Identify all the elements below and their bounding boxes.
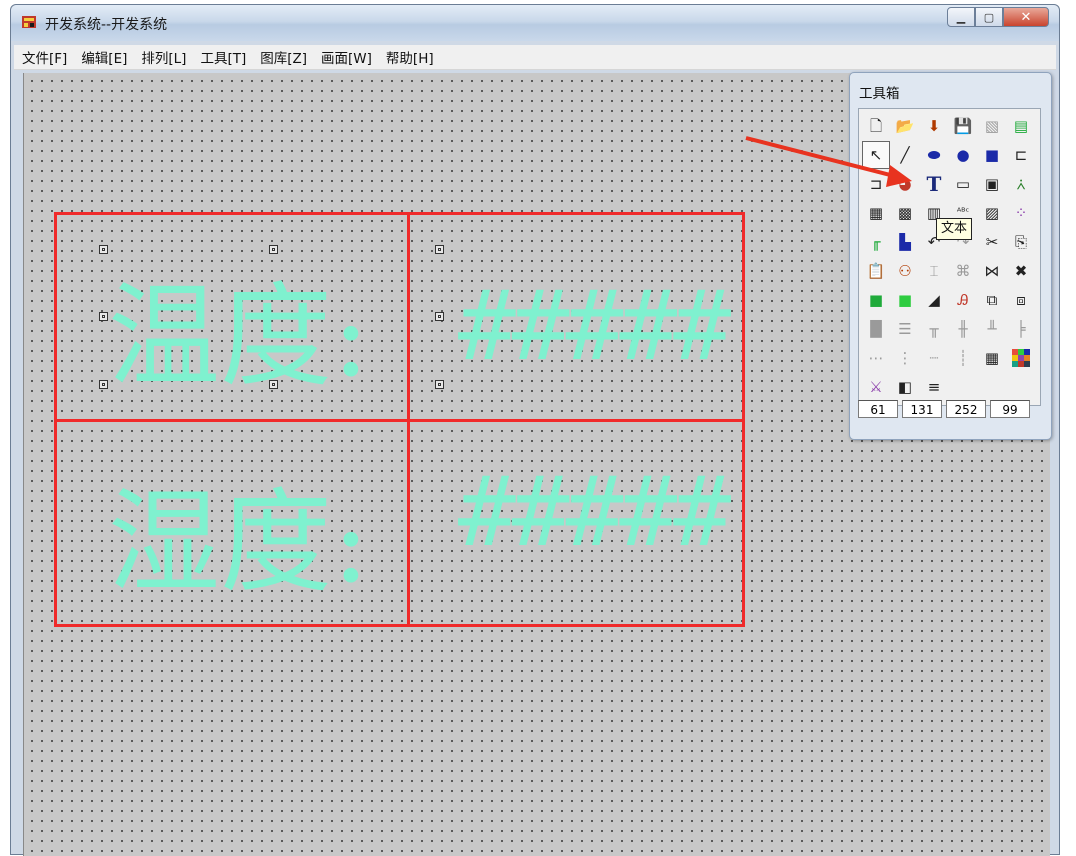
maximize-button[interactable]: ▢: [975, 7, 1003, 27]
tower-icon[interactable]: ⩑: [1007, 170, 1035, 198]
users-icon[interactable]: ⚇: [891, 257, 919, 285]
image-icon[interactable]: ▧: [978, 112, 1006, 140]
ungroup-icon[interactable]: ✖: [1007, 257, 1035, 285]
align-middle-icon[interactable]: ☰: [891, 315, 919, 343]
menu-help[interactable]: 帮助[H]: [386, 47, 434, 67]
rounded-rect-icon[interactable]: ▭: [949, 170, 977, 198]
line-width-icon[interactable]: ≡: [920, 373, 948, 401]
bitmap-icon[interactable]: ▦: [862, 199, 890, 227]
align-right-icon[interactable]: ╞: [1007, 315, 1035, 343]
menu-edit[interactable]: 编辑[E]: [81, 47, 127, 67]
temperature-value[interactable]: #####: [458, 270, 731, 382]
humidity-value[interactable]: #####: [458, 456, 731, 568]
minimize-button[interactable]: ▁: [947, 7, 975, 27]
data-icon[interactable]: ▨: [978, 199, 1006, 227]
text-tool-tooltip: 文本: [936, 218, 973, 240]
selection-handle[interactable]: [99, 245, 108, 254]
palette-icon[interactable]: [1007, 344, 1035, 372]
toolbox-title: 工具箱: [859, 86, 900, 102]
scatter-icon[interactable]: ⁘: [1007, 199, 1035, 227]
dotted-line-icon[interactable]: ┈: [920, 344, 948, 372]
align-bottom-icon[interactable]: ╨: [978, 315, 1006, 343]
menu-gallery[interactable]: 图库[Z]: [260, 47, 307, 67]
distribute-h-icon[interactable]: ⋯: [862, 344, 890, 372]
grid-icon[interactable]: ▦: [978, 344, 1006, 372]
selection-handle[interactable]: [435, 245, 444, 254]
align-icon[interactable]: ⋈: [978, 257, 1006, 285]
polyline-icon[interactable]: ⊏: [1007, 141, 1035, 169]
value-field[interactable]: 131: [902, 400, 942, 418]
selection-handle[interactable]: [269, 245, 278, 254]
button-icon[interactable]: ▣: [978, 170, 1006, 198]
menu-arrange[interactable]: 排列[L]: [141, 47, 186, 67]
window-controls: ▁ ▢ ✕: [947, 7, 1049, 27]
toolbox-values: 61 131 252 99: [858, 400, 1034, 418]
line-color-icon[interactable]: ■: [891, 286, 919, 314]
circle-icon[interactable]: ●: [949, 141, 977, 169]
value-field[interactable]: 61: [858, 400, 898, 418]
black-white-icon[interactable]: ◧: [891, 373, 919, 401]
flip-h-icon[interactable]: ⌘: [949, 257, 977, 285]
align-left-icon[interactable]: ▐▌: [862, 315, 890, 343]
red-pointer-arrow-icon: [745, 136, 912, 187]
menu-tools[interactable]: 工具[T]: [200, 47, 246, 67]
selection-handle[interactable]: [99, 312, 108, 321]
window-title: 开发系统--开发系统: [45, 17, 168, 33]
copy-icon[interactable]: ⎘: [1007, 228, 1035, 256]
menu-bar: 文件[F] 编辑[E] 排列[L] 工具[T] 图库[Z] 画面[W] 帮助[H…: [14, 45, 1056, 70]
report-icon[interactable]: ▤: [1007, 112, 1035, 140]
device-icon[interactable]: ▙: [891, 228, 919, 256]
app-icon: [22, 16, 36, 28]
align-center-icon[interactable]: ╫: [949, 315, 977, 343]
title-bar[interactable]: 开发系统--开发系统 ▁ ▢ ✕: [11, 5, 1059, 41]
value-field[interactable]: 99: [990, 400, 1030, 418]
close-button[interactable]: ✕: [1003, 7, 1049, 27]
toolbox-panel: 工具箱 🗋 📂 ⬇ 💾 ▧ ▤ ↖ ╱ ⬬ ● ■ ⊏ ⊐ ◕ T ▭ ▣ ⩑ …: [849, 72, 1052, 440]
selection-handle[interactable]: [435, 312, 444, 321]
cut-icon[interactable]: ✂: [978, 228, 1006, 256]
gradient-icon[interactable]: ◢: [920, 286, 948, 314]
save-icon[interactable]: 💾: [949, 112, 977, 140]
paste-icon[interactable]: 📋: [862, 257, 890, 285]
menu-file[interactable]: 文件[F]: [22, 47, 67, 67]
rectangle-icon[interactable]: ■: [978, 141, 1006, 169]
selection-handle[interactable]: [99, 380, 108, 389]
vertical-dots-icon[interactable]: ┊: [949, 344, 977, 372]
temperature-label[interactable]: 温度:: [108, 246, 370, 408]
value-field[interactable]: 252: [946, 400, 986, 418]
align-top-icon[interactable]: ╥: [920, 315, 948, 343]
selection-handle[interactable]: [435, 380, 444, 389]
distribute-v-icon[interactable]: ⋮: [891, 344, 919, 372]
front-icon[interactable]: ⧉: [978, 286, 1006, 314]
font-icon[interactable]: Ꭿ: [949, 286, 977, 314]
flip-v-icon[interactable]: ⌶: [920, 257, 948, 285]
back-icon[interactable]: ⧈: [1007, 286, 1035, 314]
humidity-label[interactable]: 湿度:: [108, 452, 370, 614]
colorful-x-icon[interactable]: ⚔: [862, 373, 890, 401]
menu-screen[interactable]: 画面[W]: [321, 47, 372, 67]
selection-handle[interactable]: [269, 380, 278, 389]
frame-icon[interactable]: ▩: [891, 199, 919, 227]
pipe-icon[interactable]: ╓: [862, 228, 890, 256]
fill-color-icon[interactable]: ■: [862, 286, 890, 314]
